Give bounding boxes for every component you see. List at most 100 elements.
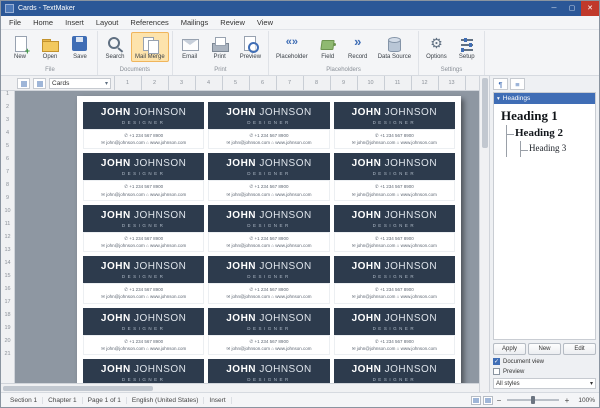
ruler-tick: 7 xyxy=(5,169,10,175)
ruler-tick: 19 xyxy=(4,325,11,331)
business-card[interactable]: JOHN JOHNSONDESIGNER✆ +1 234 567 8900✉ j… xyxy=(83,358,205,383)
ribbon-setup-button[interactable]: Setup xyxy=(453,32,481,62)
business-card[interactable]: JOHN JOHNSONDESIGNER✆ +1 234 567 8900✉ j… xyxy=(208,153,330,201)
style-item-heading3[interactable]: Heading 3 xyxy=(521,141,593,156)
ribbon-save-button[interactable]: Save xyxy=(66,32,94,62)
vertical-scrollbar-thumb[interactable] xyxy=(482,78,488,148)
business-card[interactable]: JOHN JOHNSONDESIGNER✆ +1 234 567 8900✉ j… xyxy=(333,204,455,253)
style-combobox-value: Cards xyxy=(52,79,70,87)
menu-item-home[interactable]: Home xyxy=(27,16,59,29)
layout-view-icon[interactable] xyxy=(33,77,46,89)
ribbon-search-button[interactable]: Search xyxy=(101,32,129,62)
page-view-icon[interactable] xyxy=(17,77,30,89)
minimize-icon[interactable]: ─ xyxy=(545,1,563,16)
ribbon-open-button[interactable]: Open xyxy=(36,32,64,62)
checkbox-icon[interactable]: ✓ xyxy=(493,368,500,375)
edit-style-button[interactable]: Edit xyxy=(563,343,596,355)
ribbon-field-button[interactable]: Field xyxy=(314,32,342,62)
zoom-in-button[interactable]: + xyxy=(561,396,573,405)
ribbon-data-source-button[interactable]: Data Source xyxy=(374,32,415,62)
business-card[interactable]: JOHN JOHNSONDESIGNER✆ +1 234 567 8900✉ j… xyxy=(208,358,330,383)
status-chips: Section 1 Chapter 1 Page 1 of 1 English (Un… xyxy=(5,396,232,404)
menu-item-mailings[interactable]: Mailings xyxy=(175,16,215,29)
ruler-tick: 10 xyxy=(4,208,11,214)
card-last-name: JOHNSON xyxy=(259,312,312,324)
apply-button[interactable]: Apply xyxy=(493,343,526,355)
checkbox-row-document-view[interactable]: ✓ Document view xyxy=(493,358,596,365)
menu-item-references[interactable]: References xyxy=(124,16,174,29)
card-phone-line: ✆ +1 234 567 8900 xyxy=(249,133,289,138)
business-card[interactable]: JOHN JOHNSONDESIGNER✆ +1 234 567 8900✉ j… xyxy=(83,204,205,253)
checkbox-row-preview[interactable]: ✓ Preview xyxy=(493,368,596,375)
business-card[interactable]: JOHN JOHNSONDESIGNER✆ +1 234 567 8900✉ j… xyxy=(208,204,330,253)
ribbon-print-button[interactable]: Print xyxy=(206,32,234,62)
card-name: JOHN JOHNSON xyxy=(336,210,453,221)
business-card[interactable]: JOHN JOHNSONDESIGNER✆ +1 234 567 8900✉ j… xyxy=(83,307,205,355)
card-contact: ✆ +1 234 567 8900 ✉ john@johnson.com ⌂ ww… xyxy=(83,180,205,201)
maximize-icon[interactable]: ▢ xyxy=(563,1,581,16)
business-card[interactable]: JOHN JOHNSONDESIGNER✆ +1 234 567 8900✉ j… xyxy=(333,102,455,150)
ribbon-new-button[interactable]: New xyxy=(6,32,34,62)
view-layout-icon[interactable] xyxy=(483,395,493,405)
style-group-select[interactable]: All styles ▾ xyxy=(493,378,596,389)
card-header: JOHN JOHNSON DESIGNER xyxy=(333,102,455,129)
styles-root-item[interactable]: ▾ Headings xyxy=(494,93,595,104)
ribbon-options-button[interactable]: Options xyxy=(422,32,451,62)
menu-item-file[interactable]: File xyxy=(3,16,27,29)
horizontal-scrollbar[interactable] xyxy=(1,383,479,392)
styles-tab-icon[interactable]: ¶ xyxy=(493,78,508,90)
status-page-1-of-1[interactable]: Page 1 of 1 xyxy=(83,396,127,404)
business-card[interactable]: JOHN JOHNSONDESIGNER✆ +1 234 567 8900✉ j… xyxy=(83,102,205,150)
ribbon-email-button[interactable]: Email xyxy=(176,32,204,62)
business-card[interactable]: JOHN JOHNSONDESIGNER✆ +1 234 567 8900✉ j… xyxy=(83,153,205,201)
ribbon-email-label: Email xyxy=(182,54,198,60)
card-header: JOHN JOHNSON DESIGNER xyxy=(83,358,205,383)
menu-item-view[interactable]: View xyxy=(251,16,279,29)
status-chapter-1[interactable]: Chapter 1 xyxy=(43,396,83,404)
card-last-name: JOHNSON xyxy=(134,312,187,324)
business-card[interactable]: JOHN JOHNSONDESIGNER✆ +1 234 567 8900✉ j… xyxy=(333,358,455,383)
close-icon[interactable]: ✕ xyxy=(581,1,599,16)
card-job-title: DESIGNER xyxy=(247,325,291,331)
zoom-slider-thumb[interactable] xyxy=(530,396,535,404)
business-card[interactable]: JOHN JOHNSONDESIGNER✆ +1 234 567 8900✉ j… xyxy=(333,307,455,355)
horizontal-scrollbar-thumb[interactable] xyxy=(3,386,153,391)
ruler-tick: 13 xyxy=(448,80,455,86)
business-card[interactable]: JOHN JOHNSONDESIGNER✆ +1 234 567 8900✉ j… xyxy=(208,256,330,304)
checkbox-icon[interactable]: ✓ xyxy=(493,358,500,365)
menu-item-review[interactable]: Review xyxy=(214,16,251,29)
vertical-scrollbar[interactable] xyxy=(479,76,489,392)
ribbon-preview-button[interactable]: Preview xyxy=(236,32,265,62)
card-header: JOHN JOHNSON DESIGNER xyxy=(83,102,205,129)
zoom-out-button[interactable]: − xyxy=(493,396,505,405)
card-phone-line: ✆ +1 234 567 8900 xyxy=(249,235,289,241)
navigator-tab-icon[interactable]: ≡ xyxy=(510,78,525,90)
status-section-1[interactable]: Section 1 xyxy=(5,396,44,404)
business-card[interactable]: JOHN JOHNSONDESIGNER✆ +1 234 567 8900✉ j… xyxy=(83,256,205,304)
card-contact: ✆ +1 234 567 8900 ✉ john@johnson.com ⌂ ww… xyxy=(208,334,330,355)
view-normal-icon[interactable] xyxy=(471,395,481,405)
menu-item-layout[interactable]: Layout xyxy=(90,16,125,29)
business-card[interactable]: JOHN JOHNSONDESIGNER✆ +1 234 567 8900✉ j… xyxy=(333,256,455,304)
business-card[interactable]: JOHN JOHNSONDESIGNER✆ +1 234 567 8900✉ j… xyxy=(208,307,330,355)
card-name: JOHN JOHNSON xyxy=(336,313,453,324)
style-item-heading2[interactable]: Heading 2 xyxy=(507,125,593,142)
style-combobox[interactable]: Cards ▾ xyxy=(49,77,111,89)
card-first-name: JOHN xyxy=(351,158,382,170)
card-job-title: DESIGNER xyxy=(372,376,417,382)
style-item-heading1[interactable]: Heading 1 xyxy=(501,108,593,125)
zoom-slider[interactable] xyxy=(507,396,559,404)
status-english-united-states-[interactable]: English (United States) xyxy=(127,396,205,404)
business-card[interactable]: JOHN JOHNSONDESIGNER✆ +1 234 567 8900✉ j… xyxy=(333,153,455,201)
status-insert[interactable]: Insert xyxy=(204,396,232,404)
styles-root-label: Headings xyxy=(502,95,531,102)
ribbon-placeholder-button[interactable]: Placeholder xyxy=(272,32,312,62)
sidebar-tabs: ¶ ≡ xyxy=(490,76,599,92)
new-style-button[interactable]: New xyxy=(528,343,561,355)
card-email-line: ✉ john@johnson.com ⌂ www.johnson.com xyxy=(101,242,187,248)
ribbon-mail-merge-button[interactable]: Mail Merge xyxy=(131,32,169,62)
business-card[interactable]: JOHN JOHNSONDESIGNER✆ +1 234 567 8900✉ j… xyxy=(208,102,330,150)
menu-item-insert[interactable]: Insert xyxy=(59,16,90,29)
ribbon-record-button[interactable]: Record xyxy=(344,32,372,62)
ruler-tick: 5 xyxy=(233,80,238,86)
